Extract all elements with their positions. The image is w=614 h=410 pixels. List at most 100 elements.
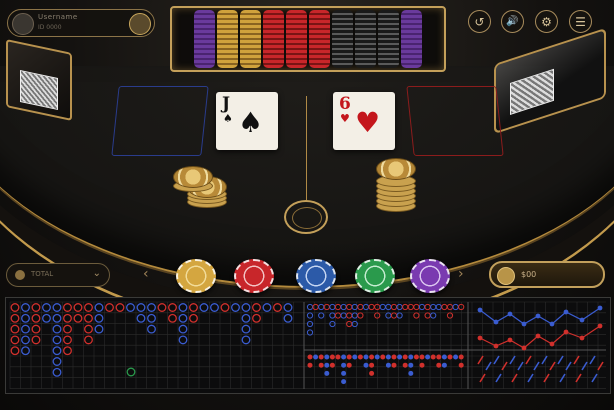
road-bead	[31, 313, 41, 323]
spade-icon: ♠	[238, 106, 264, 139]
chips-next-arrow[interactable]: ›	[458, 266, 464, 282]
road-bead	[346, 303, 353, 311]
player-badge[interactable]: Username ID 0000	[7, 9, 155, 37]
chip-tube	[263, 10, 284, 68]
road-bead	[312, 303, 319, 311]
road-bead	[52, 335, 62, 345]
road-dot	[369, 362, 375, 368]
road-dot	[447, 354, 453, 360]
banker-chip-stack	[376, 158, 420, 214]
chip-button[interactable]	[234, 259, 274, 293]
road-bead	[368, 303, 375, 311]
road-bead	[424, 303, 431, 311]
road-bead	[199, 303, 209, 312]
road-bead	[10, 324, 20, 334]
history-button[interactable]: ↺	[468, 10, 491, 33]
road-bead	[105, 303, 114, 312]
road-dot	[329, 362, 335, 368]
road-bead	[241, 313, 251, 323]
road-slash	[543, 373, 550, 383]
trend-point	[507, 337, 513, 343]
road-slash	[549, 361, 556, 371]
road-bead	[63, 335, 72, 345]
road-bead	[273, 303, 282, 312]
road-dot	[369, 370, 375, 376]
road-slash	[557, 355, 564, 365]
road-dot	[318, 362, 324, 368]
road-bead	[334, 303, 342, 311]
card-back	[510, 68, 554, 115]
chevron-down-icon: ⌄	[92, 268, 101, 279]
road-bead	[340, 312, 347, 319]
road-dot	[408, 370, 414, 376]
road-bead	[252, 303, 261, 312]
road-bead	[413, 303, 420, 311]
road-bead	[63, 313, 72, 323]
road-bead	[178, 335, 188, 345]
chip-button[interactable]	[410, 259, 450, 293]
road-slash	[517, 361, 524, 371]
road-dot	[346, 354, 352, 360]
road-dot	[329, 354, 335, 360]
player-bet-area[interactable]	[111, 86, 209, 156]
road-bead	[189, 313, 198, 323]
road-bead	[334, 312, 342, 319]
road-bead	[390, 312, 398, 319]
road-bead	[329, 312, 336, 319]
road-bead	[402, 303, 409, 311]
road-bead	[241, 303, 251, 312]
road-bead	[168, 313, 177, 323]
road-bead	[318, 312, 325, 319]
chip-button[interactable]	[355, 259, 395, 293]
road-dot	[419, 354, 425, 360]
road-dot	[436, 354, 442, 360]
road-bead	[357, 312, 364, 319]
road-slash	[485, 361, 492, 371]
road-slash	[573, 355, 580, 365]
menu-button[interactable]: ☰	[569, 10, 592, 33]
sound-button[interactable]: 🔊	[501, 10, 524, 33]
road-bead	[31, 335, 41, 345]
trend-point	[521, 321, 527, 327]
road-slash	[511, 373, 518, 383]
road-dot	[307, 362, 313, 368]
road-bead	[31, 324, 41, 334]
road-bead	[441, 303, 448, 311]
table-selector[interactable]: TOTAL ⌄	[6, 263, 110, 287]
chips-prev-arrow[interactable]: ‹	[143, 266, 149, 282]
chip-tray	[170, 6, 446, 72]
road-bead	[418, 303, 426, 311]
road-bead	[63, 346, 72, 356]
chip	[173, 166, 213, 188]
road-bead	[385, 303, 392, 311]
road-dot	[385, 362, 391, 368]
road-bead	[10, 303, 20, 312]
trend-point	[493, 343, 499, 349]
road-bead	[318, 303, 325, 311]
road-slash	[493, 355, 500, 365]
road-dot	[352, 354, 358, 360]
road-bead	[73, 313, 83, 323]
road-bead	[346, 312, 353, 319]
road-bead	[446, 312, 454, 319]
road-bead	[306, 320, 314, 328]
banker-bet-area[interactable]	[406, 86, 504, 156]
road-dot	[458, 354, 464, 360]
road-bead	[10, 313, 20, 323]
road-bead	[52, 324, 62, 334]
road-dot	[385, 354, 391, 360]
road-dot	[436, 362, 442, 368]
road-bead	[52, 367, 62, 377]
table-selector-label: TOTAL	[31, 270, 54, 278]
card-rank: 6	[339, 94, 351, 114]
road-dot	[413, 354, 419, 360]
road-bead	[306, 312, 314, 319]
chip-button[interactable]	[296, 259, 336, 293]
road-bead	[84, 324, 93, 334]
road-dot	[419, 362, 425, 368]
chip-button[interactable]	[176, 259, 216, 293]
road-bead	[329, 303, 336, 311]
settings-button[interactable]: ⚙	[535, 10, 558, 33]
road-dot	[397, 354, 403, 360]
chip	[376, 158, 416, 180]
